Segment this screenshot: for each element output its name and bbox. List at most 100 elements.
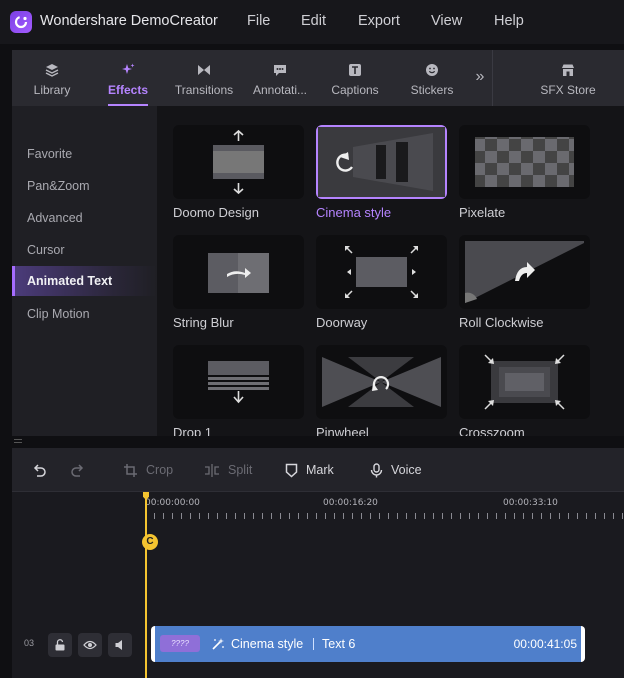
redo-button[interactable]: [70, 448, 93, 492]
effect-thumbnail: [459, 125, 590, 199]
store-icon: [562, 64, 574, 76]
menu-export[interactable]: Export: [358, 13, 400, 29]
ruler-ticks: [145, 513, 624, 519]
tab-captions-label: Captions: [331, 83, 379, 97]
menu-help[interactable]: Help: [494, 13, 524, 29]
effects-sidebar: Favorite Pan&Zoom Advanced Cursor Animat…: [12, 106, 157, 436]
grip-icon: [14, 439, 22, 440]
unlock-icon: [55, 639, 65, 651]
ruler-label: 00:00:33:10: [503, 498, 558, 508]
crop-button[interactable]: Crop: [123, 448, 173, 492]
ruler-label: 00:00:16:20: [323, 498, 378, 508]
timeline-marker[interactable]: C: [142, 534, 158, 550]
mark-label: Mark: [306, 463, 334, 477]
effects-grid: Doomo Design Cinema style Pixelate Strin…: [157, 106, 624, 436]
tab-sfx-store[interactable]: SFX Store: [538, 50, 598, 106]
effect-thumbnail: [173, 345, 304, 419]
tab-effects[interactable]: Effects: [98, 50, 158, 106]
mark-button[interactable]: Mark: [285, 448, 334, 492]
tab-library[interactable]: Library: [22, 50, 82, 106]
track-audio-button[interactable]: [108, 633, 132, 657]
sidebar-item-advanced[interactable]: Advanced: [12, 203, 157, 233]
effects-panel: Library Effects Transitions Annotati... …: [12, 50, 624, 436]
tab-annotations[interactable]: Annotati...: [248, 50, 312, 106]
speech-bubble-icon: [274, 65, 286, 76]
tab-effects-label: Effects: [107, 83, 148, 97]
sparkle-icon: [122, 63, 135, 74]
sidebar-item-clip-motion[interactable]: Clip Motion: [12, 299, 157, 329]
sidebar-item-cursor[interactable]: Cursor: [12, 235, 157, 265]
crop-icon: [124, 463, 137, 477]
layers-icon: [45, 64, 59, 77]
effect-label: Pinwheel: [316, 425, 369, 436]
playhead[interactable]: [145, 492, 147, 678]
track-number: 03: [24, 638, 35, 648]
undo-button[interactable]: [32, 448, 55, 492]
redo-icon: [71, 463, 84, 477]
tab-stickers-label: Stickers: [410, 83, 454, 97]
chevron-double-right-icon: »: [475, 68, 485, 85]
ruler-label: 00:00:00:00: [145, 498, 200, 508]
magic-wand-icon: [212, 638, 224, 650]
effect-label: Cinema style: [316, 205, 392, 220]
clip-separator: [313, 638, 314, 650]
tab-separator: [492, 50, 493, 106]
tab-stickers[interactable]: Stickers: [402, 50, 462, 106]
clip-effect-name: Cinema style: [231, 637, 304, 651]
effect-label: Doorway: [316, 315, 368, 330]
effect-thumbnail: [316, 235, 447, 309]
undo-icon: [33, 463, 46, 477]
effect-label: String Blur: [173, 315, 234, 330]
split-label: Split: [228, 463, 253, 477]
eye-icon: [83, 640, 97, 650]
effect-label: Crosszoom: [459, 425, 525, 436]
speaker-icon: [115, 640, 122, 650]
voice-button[interactable]: Voice: [370, 448, 422, 492]
menu-edit[interactable]: Edit: [301, 13, 326, 29]
effect-label: Drop 1: [173, 425, 213, 436]
sidebar-item-animated-text[interactable]: Animated Text: [12, 266, 157, 296]
effect-thumbnail: [316, 125, 447, 199]
clip-thumbnail: ????: [160, 635, 200, 652]
crop-label: Crop: [146, 463, 174, 477]
track-lock-button[interactable]: [48, 633, 72, 657]
tab-annotations-label: Annotati...: [252, 83, 308, 97]
track-visibility-button[interactable]: [78, 633, 102, 657]
split-button[interactable]: Split: [204, 448, 252, 492]
menu-view[interactable]: View: [431, 13, 462, 29]
tab-captions[interactable]: Captions: [325, 50, 385, 106]
effect-thumbnail: [316, 345, 447, 419]
tab-library-label: Library: [33, 83, 71, 97]
effect-thumbnail: [459, 235, 590, 309]
effect-label: Roll Clockwise: [459, 315, 544, 330]
clip-duration: 00:00:41:05: [513, 637, 577, 651]
sidebar-item-pan-zoom[interactable]: Pan&Zoom: [12, 171, 157, 201]
tab-bar: Library Effects Transitions Annotati... …: [12, 50, 624, 106]
effect-thumbnail: [459, 345, 590, 419]
timeline-toolbar: Crop Split Mark Voice: [12, 448, 624, 492]
effect-label: Doomo Design: [173, 205, 259, 220]
timeline-ruler[interactable]: 00:00:00:00 00:00:16:20 00:00:33:10: [145, 492, 624, 522]
effect-thumbnail: [173, 125, 304, 199]
caption-icon: [349, 64, 361, 76]
menu-file[interactable]: File: [247, 13, 270, 29]
shield-icon: [285, 463, 298, 478]
bowtie-icon: [198, 65, 210, 75]
app-title: Wondershare DemoCreator: [40, 13, 218, 29]
microphone-icon: [370, 462, 383, 477]
split-icon: [205, 463, 219, 477]
tab-sfx-store-label: SFX Store: [540, 83, 596, 97]
effect-label: Pixelate: [459, 205, 506, 220]
more-tabs-button[interactable]: »: [470, 50, 490, 106]
timeline-clip[interactable]: ???? Cinema style Text 6 00:00:41:05: [151, 626, 585, 662]
track-header: 03: [12, 622, 145, 668]
clip-text-name: Text 6: [322, 637, 356, 651]
sidebar-item-favorite[interactable]: Favorite: [12, 139, 157, 169]
timeline-panel: Crop Split Mark Voice 00:00:00:00 00:00:…: [12, 448, 624, 678]
tab-transitions[interactable]: Transitions: [170, 50, 238, 106]
panel-splitter[interactable]: [0, 436, 624, 448]
title-bar: Wondershare DemoCreator File Edit Export…: [0, 0, 624, 44]
effect-thumbnail: [173, 235, 304, 309]
smiley-icon: [426, 64, 438, 76]
tab-transitions-label: Transitions: [174, 83, 234, 97]
